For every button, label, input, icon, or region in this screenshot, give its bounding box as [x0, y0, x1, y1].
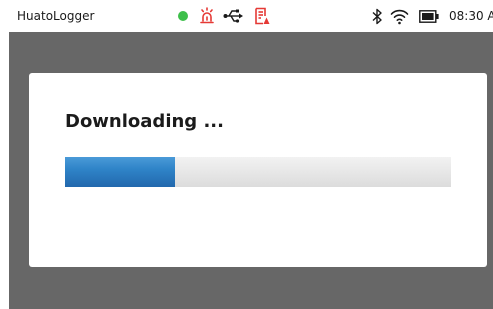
wifi-icon [390, 9, 409, 25]
download-progress-fill [65, 157, 175, 187]
bluetooth-icon [372, 8, 382, 25]
app-name: HuatoLogger [17, 9, 95, 23]
battery-icon [419, 10, 439, 23]
status-time: 08:30 AM [449, 9, 493, 23]
report-icon [255, 7, 270, 25]
download-dialog: Downloading ... [29, 73, 487, 267]
download-progress-bar [65, 157, 451, 187]
dialog-title: Downloading ... [65, 111, 224, 132]
alarm-icon [200, 7, 214, 24]
usb-icon [223, 9, 243, 23]
status-bar: HuatoLogger 08:30 A [0, 0, 493, 32]
record-status-icon [178, 11, 188, 21]
